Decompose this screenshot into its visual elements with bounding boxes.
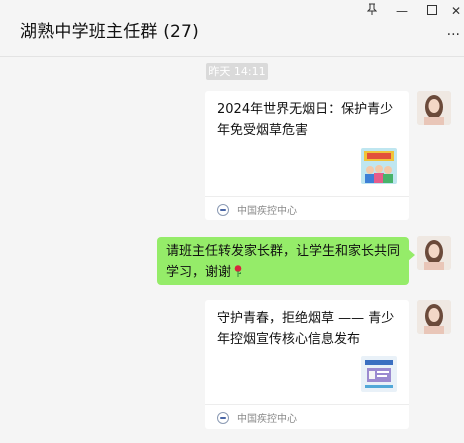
chat-title: 湖熟中学班主任群 (27) — [20, 22, 199, 42]
maximize-icon — [427, 5, 437, 15]
text-message[interactable]: 请班主任转发家长群，让学生和家长共同学习，谢谢 — [157, 237, 415, 285]
close-button[interactable]: ✕ — [446, 2, 464, 20]
sender-avatar[interactable] — [417, 91, 451, 125]
avatar-image — [417, 91, 451, 125]
message-timestamp: 昨天 14:11 — [206, 63, 268, 80]
link-source: 中国疾控中心 — [217, 202, 297, 217]
source-icon — [217, 411, 229, 424]
link-card-title: 2024年世界无烟日：保护青少年免受烟草危害 — [217, 102, 394, 138]
link-thumbnail — [361, 356, 397, 392]
link-source-name: 中国疾控中心 — [237, 206, 297, 217]
avatar-image — [417, 236, 451, 270]
link-card-title: 守护青春，拒绝烟草 —— 青少年控烟宣传核心信息发布 — [217, 311, 395, 347]
card-divider — [205, 404, 409, 405]
link-card[interactable]: 2024年世界无烟日：保护青少年免受烟草危害 中国疾控中心 — [205, 91, 409, 220]
sender-avatar[interactable] — [417, 300, 451, 334]
link-card[interactable]: 守护青春，拒绝烟草 —— 青少年控烟宣传核心信息发布 中国疾控中心 — [205, 300, 409, 429]
maximize-button[interactable] — [422, 2, 442, 20]
pin-button[interactable] — [362, 2, 382, 20]
pin-icon — [366, 3, 378, 15]
source-icon — [217, 203, 229, 216]
minimize-button[interactable]: — — [392, 2, 412, 20]
rose-icon — [233, 263, 243, 277]
sender-avatar[interactable] — [417, 236, 451, 270]
more-options-button[interactable]: ... — [447, 24, 460, 38]
link-source-name: 中国疾控中心 — [237, 414, 297, 425]
message-text: 请班主任转发家长群，让学生和家长共同学习，谢谢 — [166, 244, 401, 280]
card-divider — [205, 196, 409, 197]
chat-header: 湖熟中学班主任群 (27) — ✕ ... — [0, 0, 464, 57]
avatar-image — [417, 300, 451, 334]
link-source: 中国疾控中心 — [217, 410, 297, 425]
link-thumbnail — [361, 148, 397, 184]
